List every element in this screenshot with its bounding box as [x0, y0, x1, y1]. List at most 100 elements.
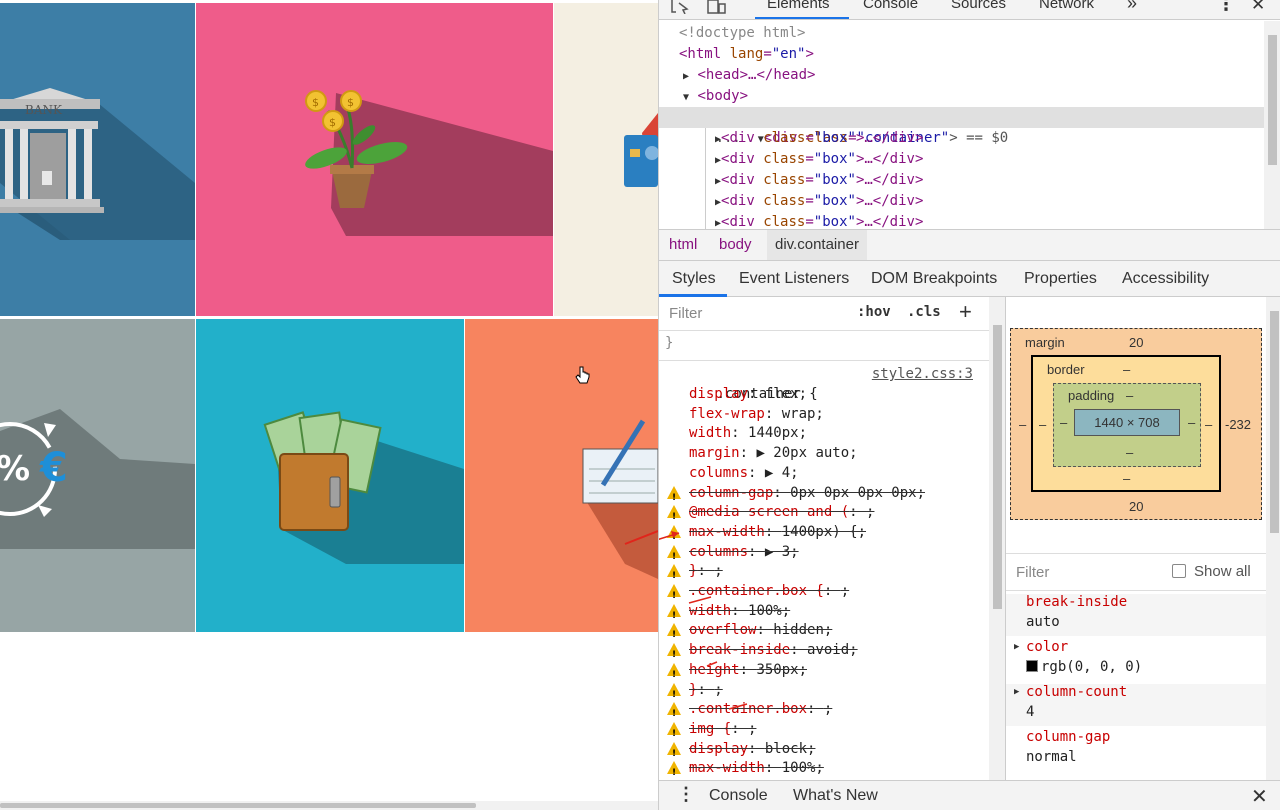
css-property-name[interactable]: width — [689, 425, 731, 441]
css-declaration[interactable]: max-width: 100%; — [659, 758, 989, 780]
css-property-name[interactable]: max-width — [689, 760, 765, 776]
css-declaration[interactable]: break-inside: avoid; — [659, 640, 989, 665]
warning-icon[interactable] — [667, 544, 681, 567]
expand-triangle-icon[interactable]: ▶ — [1014, 687, 1019, 697]
css-declaration[interactable]: overflow: hidden; — [659, 620, 989, 645]
dom-container-selected[interactable]: ... ▼<div class="container"> == $0 — [659, 107, 1264, 146]
dom-head[interactable]: ▶ <head>…</head> — [683, 65, 815, 86]
css-property-value[interactable]: ; — [866, 504, 874, 520]
dom-tree-scrollbar[interactable] — [1264, 21, 1280, 229]
computed-property[interactable]: break-inside auto — [1006, 594, 1266, 636]
box-model-content-size[interactable]: 1440 × 708 — [1074, 409, 1180, 436]
css-property-value[interactable]: ; — [841, 583, 849, 599]
css-property-name[interactable]: break-inside — [689, 642, 790, 658]
warning-icon[interactable] — [667, 584, 681, 606]
inspect-element-icon[interactable] — [671, 0, 691, 14]
css-property-name[interactable]: max-width — [689, 524, 765, 540]
warning-icon[interactable] — [667, 485, 681, 508]
dom-body[interactable]: ▼ <body> — [683, 86, 748, 107]
drawer-close-icon[interactable]: ✕ — [1251, 784, 1268, 809]
css-declaration[interactable]: columns: ▶ 3; — [659, 542, 989, 567]
rule-selector[interactable]: .container { style2.css:3 — [659, 364, 989, 402]
new-style-rule-button[interactable]: + — [959, 299, 972, 325]
css-property-value[interactable]: ; — [714, 682, 722, 698]
computed-scrollbar[interactable] — [1266, 297, 1280, 780]
css-property-name[interactable]: width — [689, 603, 731, 619]
padding-bottom-value[interactable]: – — [1126, 445, 1133, 460]
tab-elements[interactable]: Elements — [767, 0, 830, 12]
css-property-value[interactable]: ; — [714, 563, 722, 579]
class-toggle[interactable]: .cls — [907, 304, 941, 320]
css-declaration[interactable]: width: 100%; — [659, 601, 989, 626]
warning-icon[interactable] — [667, 623, 681, 645]
box-model-margin[interactable]: margin 20 20 – -232 border – – – – paddi… — [1010, 328, 1262, 520]
css-property-name[interactable]: .container.box { — [689, 583, 824, 599]
css-property-name[interactable]: columns — [689, 465, 748, 481]
warning-icon[interactable] — [667, 603, 681, 626]
css-property-name[interactable]: height — [689, 662, 740, 678]
expand-triangle-icon[interactable]: ▶ — [1014, 642, 1019, 652]
padding-right-value[interactable]: – — [1188, 415, 1195, 430]
css-property-value[interactable]: ▶ 3; — [765, 544, 799, 560]
drawer-menu-icon[interactable]: ⋮ — [677, 784, 695, 805]
computed-property[interactable]: column-gap normal — [1006, 729, 1266, 771]
css-property-value[interactable]: wrap; — [782, 406, 824, 422]
computed-filter-input[interactable]: Filter — [1016, 564, 1049, 581]
css-declaration[interactable]: flex-wrap: wrap; — [659, 404, 989, 424]
css-declaration[interactable]: @media screen and (: ; — [659, 502, 989, 527]
dom-box[interactable]: ▶<div class="box">…</div> — [715, 149, 923, 170]
tab-sources[interactable]: Sources — [951, 0, 1006, 12]
page-horizontal-scrollbar[interactable] — [0, 801, 658, 810]
box-model-border[interactable]: border – – – – padding – – – – 1440 × 70… — [1031, 355, 1221, 492]
css-property-value[interactable]: ▶ 20px auto; — [756, 445, 857, 461]
css-declaration[interactable]: height: 350px; — [659, 660, 989, 685]
source-link[interactable]: style2.css:3 — [872, 364, 973, 384]
tab-network[interactable]: Network — [1039, 0, 1094, 12]
css-property-value[interactable]: ; — [824, 701, 832, 717]
css-declaration[interactable]: .container.box {: ; — [659, 581, 989, 606]
tab-event-listeners[interactable]: Event Listeners — [739, 261, 849, 296]
device-toolbar-icon[interactable] — [707, 0, 727, 14]
css-declaration[interactable]: columns: ▶ 4; — [659, 463, 989, 483]
warning-icon[interactable] — [667, 761, 681, 780]
dom-box[interactable]: ▶<div class="box">…</div> — [715, 191, 923, 212]
border-right-value[interactable]: – — [1205, 417, 1212, 432]
dom-box[interactable]: ▶<div class="box">…</div> — [715, 170, 923, 191]
breadcrumb-html[interactable]: html — [669, 230, 697, 260]
css-property-name[interactable]: display — [689, 386, 748, 402]
show-all-label[interactable]: Show all — [1194, 563, 1251, 580]
css-declaration[interactable]: margin: ▶ 20px auto; — [659, 443, 989, 463]
tab-properties[interactable]: Properties — [1024, 261, 1097, 296]
css-property-value[interactable]: 100%; — [782, 760, 824, 776]
css-declaration[interactable]: column-gap: 0px 0px 0px 0px; — [659, 483, 989, 508]
dom-html[interactable]: <html lang="en"> — [679, 44, 814, 65]
breadcrumb-body[interactable]: body — [719, 230, 752, 260]
warning-icon[interactable] — [667, 721, 681, 744]
show-all-checkbox[interactable] — [1172, 564, 1186, 578]
tab-dom-breakpoints[interactable]: DOM Breakpoints — [871, 261, 997, 296]
margin-top-value[interactable]: 20 — [1129, 335, 1143, 350]
warning-icon[interactable] — [667, 524, 681, 547]
css-property-value[interactable]: block; — [765, 741, 816, 757]
warning-icon[interactable] — [667, 702, 681, 724]
css-property-value[interactable]: 350px; — [756, 662, 807, 678]
warning-icon[interactable] — [667, 643, 681, 665]
padding-left-value[interactable]: – — [1060, 415, 1067, 430]
css-property-value[interactable]: ▶ 4; — [765, 465, 799, 481]
more-tabs-icon[interactable]: » — [1127, 0, 1137, 14]
border-top-value[interactable]: – — [1123, 362, 1130, 377]
css-declaration[interactable]: }: ; — [659, 680, 989, 705]
computed-property[interactable]: ▶ color rgb(0, 0, 0) — [1006, 639, 1266, 681]
color-swatch[interactable] — [1026, 660, 1038, 672]
css-property-value[interactable]: 1440px; — [748, 425, 807, 441]
css-property-value[interactable]: 1400px) {; — [782, 524, 866, 540]
css-property-name[interactable]: margin — [689, 445, 740, 461]
css-property-value[interactable]: ; — [748, 721, 756, 737]
css-property-name[interactable]: column-gap — [689, 485, 773, 501]
box-model-padding[interactable]: padding – – – – 1440 × 708 — [1053, 383, 1201, 467]
drawer-tab-console[interactable]: Console — [709, 787, 768, 805]
drawer-tab-whats-new[interactable]: What's New — [793, 787, 878, 805]
css-declaration[interactable]: display: block; — [659, 739, 989, 764]
warning-icon[interactable] — [667, 662, 681, 685]
tab-console[interactable]: Console — [863, 0, 918, 12]
